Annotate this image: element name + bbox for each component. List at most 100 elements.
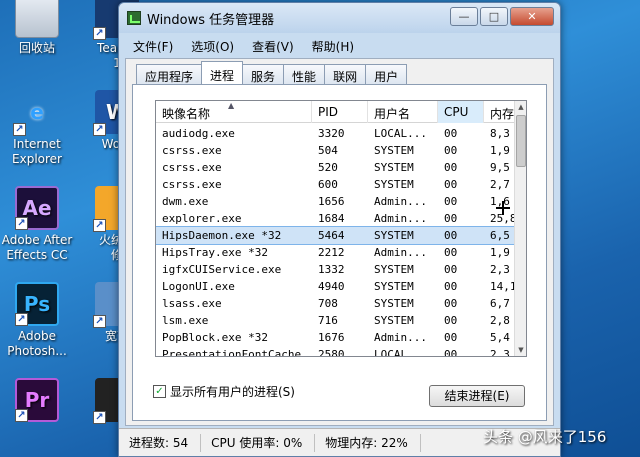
show-all-users-checkbox[interactable]: ✓	[153, 385, 166, 398]
status-process-count: 进程数: 54	[119, 433, 202, 452]
cell-user-name: SYSTEM	[374, 263, 414, 276]
menu-file[interactable]: 文件(F)	[125, 35, 183, 57]
cell-image-name: csrss.exe	[162, 178, 222, 191]
tab-performance[interactable]: 性能	[283, 64, 326, 84]
cell-pid: 3320	[318, 127, 345, 140]
shortcut-arrow-icon: ↗	[15, 409, 28, 422]
tab-networking[interactable]: 联网	[324, 64, 367, 84]
cell-image-name: igfxCUIService.exe	[162, 263, 282, 276]
task-manager-app-icon	[127, 11, 141, 25]
table-row[interactable]: dwm.exe 1656 Admin... 00 1,6	[156, 193, 516, 210]
table-row[interactable]: LogonUI.exe 4940 SYSTEM 00 14,1	[156, 278, 516, 295]
menu-view[interactable]: 查看(V)	[244, 35, 304, 57]
sort-ascending-icon: ▲	[228, 101, 235, 110]
table-row[interactable]: lsass.exe 708 SYSTEM 00 6,7	[156, 295, 516, 312]
menu-options[interactable]: 选项(O)	[183, 35, 244, 57]
cell-pid: 1676	[318, 331, 345, 344]
watermark-text: 头条 @风来了156	[483, 428, 607, 446]
column-memory[interactable]: 内存	[484, 101, 516, 123]
cell-memory: 2,7	[490, 178, 510, 191]
cell-pid: 1656	[318, 195, 345, 208]
column-cpu[interactable]: CPU	[438, 101, 484, 123]
desktop-after-effects[interactable]: Ae ↗ Adobe After Effects CC	[0, 186, 76, 263]
desktop-icon-label: Internet Explorer	[12, 137, 62, 166]
cell-pid: 504	[318, 144, 338, 157]
window-title: Windows 任务管理器	[147, 12, 275, 28]
shortcut-arrow-icon: ↗	[15, 313, 28, 326]
process-list-scrollbar[interactable]: ▲ ▼	[514, 101, 526, 356]
cell-user-name: SYSTEM	[374, 280, 414, 293]
cell-image-name: dwm.exe	[162, 195, 209, 208]
cell-user-name: SYSTEM	[374, 314, 414, 327]
cell-pid: 2212	[318, 246, 345, 259]
title-bar[interactable]: Windows 任务管理器 — □ ✕	[119, 3, 560, 33]
cell-cpu: 00	[444, 161, 458, 174]
scroll-up-arrow-icon[interactable]: ▲	[515, 101, 526, 113]
tab-users[interactable]: 用户	[365, 64, 408, 84]
cell-user-name: LOCAL...	[374, 127, 427, 140]
table-row[interactable]: csrss.exe 600 SYSTEM 00 2,7	[156, 176, 516, 193]
minimize-button[interactable]: —	[450, 7, 478, 26]
table-row[interactable]: csrss.exe 520 SYSTEM 00 9,5	[156, 159, 516, 176]
maximize-button[interactable]: □	[480, 7, 508, 26]
cell-memory: 6,5	[490, 229, 510, 242]
scroll-down-arrow-icon[interactable]: ▼	[515, 344, 526, 356]
cell-memory: 2,3	[490, 348, 510, 357]
status-cpu-usage: CPU 使用率: 0%	[201, 433, 316, 452]
cell-memory: 2,3	[490, 263, 510, 276]
cell-memory: 2,8	[490, 314, 510, 327]
desktop-icon-label: Adobe After Effects CC	[1, 233, 73, 262]
tab-processes[interactable]: 进程	[201, 61, 244, 84]
table-row[interactable]: PresentationFontCache... 2580 LOCAL... 00 2,…	[156, 346, 516, 357]
table-row[interactable]: explorer.exe 1684 Admin... 00 25,8	[156, 210, 516, 227]
tab-services[interactable]: 服务	[242, 64, 285, 84]
desktop-premiere[interactable]: Pr ↗	[0, 378, 76, 425]
show-all-users-option[interactable]: ✓ 显示所有用户的进程(S)	[153, 383, 295, 400]
table-row[interactable]: lsm.exe 716 SYSTEM 00 2,8	[156, 312, 516, 329]
cell-cpu: 00	[444, 127, 458, 140]
column-image-name-label: 映像名称	[162, 107, 211, 121]
cell-image-name: HipsDaemon.exe *32	[162, 229, 282, 242]
cell-cpu: 00	[444, 195, 458, 208]
cell-pid: 1684	[318, 212, 345, 225]
cell-cpu: 00	[444, 212, 458, 225]
table-row[interactable]: audiodg.exe 3320 LOCAL... 00 8,3	[156, 125, 516, 142]
shortcut-arrow-icon: ↗	[15, 217, 28, 230]
table-row[interactable]: csrss.exe 504 SYSTEM 00 1,9	[156, 142, 516, 159]
cell-image-name: csrss.exe	[162, 161, 222, 174]
cell-pid: 1332	[318, 263, 345, 276]
cell-cpu: 00	[444, 280, 458, 293]
client-area: 应用程序 进程 服务 性能 联网 用户 ▲ 映像名称 PID 用户名 CPU 内…	[125, 58, 554, 426]
shortcut-arrow-icon: ↗	[13, 123, 26, 136]
cell-image-name: PopBlock.exe *32	[162, 331, 268, 344]
desktop-photoshop[interactable]: Ps ↗ Adobe Photosh...	[0, 282, 76, 359]
task-manager-window[interactable]: Windows 任务管理器 — □ ✕ 文件(F) 选项(O) 查看(V) 帮助…	[118, 2, 561, 457]
menu-help[interactable]: 帮助(H)	[304, 35, 364, 57]
close-button[interactable]: ✕	[510, 7, 554, 26]
end-process-button[interactable]: 结束进程(E)	[429, 385, 525, 407]
scroll-thumb[interactable]	[516, 115, 526, 167]
desktop-internet-explorer[interactable]: e ↗ Internet Explorer	[0, 90, 76, 167]
cell-memory: 1,9	[490, 246, 510, 259]
desktop-recycle-bin[interactable]: 回收站	[0, 0, 76, 56]
cell-pid: 520	[318, 161, 338, 174]
column-user-name[interactable]: 用户名	[368, 101, 438, 123]
column-image-name[interactable]: ▲ 映像名称	[156, 101, 312, 123]
table-row[interactable]: igfxCUIService.exe 1332 SYSTEM 00 2,3	[156, 261, 516, 278]
cell-cpu: 00	[444, 144, 458, 157]
cell-pid: 2580	[318, 348, 345, 357]
cell-user-name: SYSTEM	[374, 144, 414, 157]
cell-image-name: lsass.exe	[162, 297, 222, 310]
table-row[interactable]: HipsDaemon.exe *32 5464 SYSTEM 00 6,5	[156, 226, 517, 245]
column-pid[interactable]: PID	[312, 101, 368, 123]
table-row[interactable]: HipsTray.exe *32 2212 Admin... 00 1,9	[156, 244, 516, 261]
internet-explorer-icon: e ↗	[13, 90, 59, 136]
tab-applications[interactable]: 应用程序	[136, 64, 203, 84]
cell-image-name: LogonUI.exe	[162, 280, 235, 293]
photoshop-icon: Ps ↗	[15, 282, 59, 326]
process-list[interactable]: ▲ 映像名称 PID 用户名 CPU 内存 audiodg.exe 3320 LOC…	[155, 100, 527, 357]
table-row[interactable]: PopBlock.exe *32 1676 Admin... 00 5,4	[156, 329, 516, 346]
cell-image-name: HipsTray.exe *32	[162, 246, 268, 259]
cell-memory: 8,3	[490, 127, 510, 140]
after-effects-icon: Ae ↗	[15, 186, 59, 230]
